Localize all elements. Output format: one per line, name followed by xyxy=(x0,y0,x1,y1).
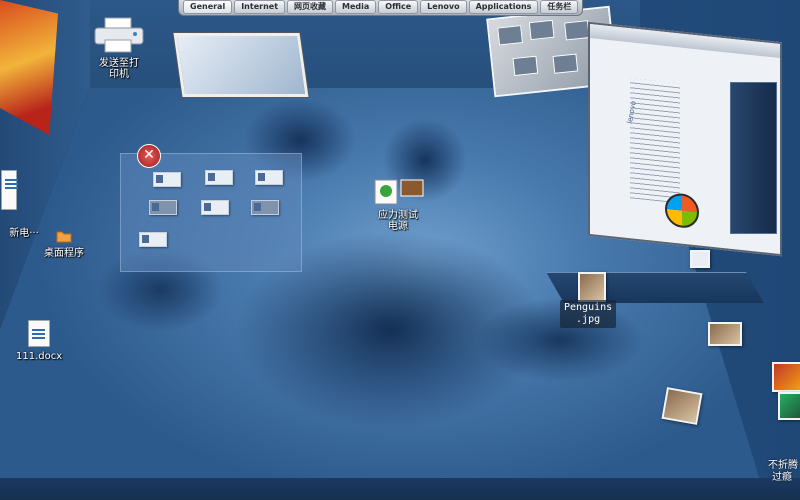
panel-item[interactable] xyxy=(149,200,177,215)
panel-item[interactable] xyxy=(251,200,279,215)
image-thumbnail[interactable] xyxy=(778,392,800,420)
photo-thumb xyxy=(497,25,523,46)
docx-label: 111.docx xyxy=(16,351,63,362)
right-bottom-label-1[interactable]: 不折腾 xyxy=(768,460,798,471)
penguins-name: Penguins xyxy=(564,302,613,313)
panel-item[interactable] xyxy=(205,170,233,185)
printer-shortcut[interactable]: 发送至打印机 xyxy=(85,16,153,80)
browser-content-text xyxy=(630,78,680,204)
panel-item[interactable] xyxy=(201,200,229,215)
power-icon xyxy=(374,179,424,205)
penguins-ext: .jpg xyxy=(576,314,601,325)
image-thumbnail[interactable] xyxy=(661,387,703,425)
panel-item[interactable] xyxy=(255,170,283,185)
penguins-file-label[interactable]: Penguins .jpg xyxy=(560,300,617,328)
stack-panel[interactable] xyxy=(120,153,302,272)
wall-frame[interactable] xyxy=(173,33,309,97)
tab-office[interactable]: Office xyxy=(378,0,419,14)
photo-thumb xyxy=(528,19,555,41)
tab-internet[interactable]: Internet xyxy=(234,0,286,14)
image-thumbnail[interactable] xyxy=(690,250,710,268)
floor-edge xyxy=(0,478,800,500)
close-panel-button[interactable]: ✕ xyxy=(137,144,161,168)
photo-thumb xyxy=(564,20,590,41)
tab-applications[interactable]: Applications xyxy=(468,0,539,14)
word-document-icon xyxy=(28,320,50,347)
windows-logo-icon[interactable] xyxy=(665,191,699,230)
desktop-program-shortcut[interactable]: 桌面程序 xyxy=(38,228,90,259)
photo-thumb xyxy=(512,55,539,77)
photo-thumb xyxy=(552,53,579,74)
image-thumbnail[interactable] xyxy=(772,362,800,392)
right-bottom-label-2[interactable]: 过瘾 xyxy=(772,472,792,483)
printer-label: 发送至打印机 xyxy=(99,58,139,80)
tab-taskbar[interactable]: 任务栏 xyxy=(540,0,579,14)
image-thumbnail[interactable] xyxy=(708,322,742,346)
tab-bar: General Internet 网页收藏 Media Office Lenov… xyxy=(178,0,584,16)
window-stack-strip[interactable] xyxy=(730,82,777,234)
penguins-image-icon[interactable] xyxy=(578,272,606,302)
desktop-program-label: 桌面程序 xyxy=(44,248,84,259)
document-icon xyxy=(1,170,18,210)
tab-media[interactable]: Media xyxy=(335,0,377,14)
power-shortcut[interactable]: 应力测试电源 xyxy=(366,178,430,232)
panel-item[interactable] xyxy=(139,232,167,247)
docx-file[interactable]: 111.docx xyxy=(16,320,62,362)
wall-document[interactable] xyxy=(0,170,18,214)
tab-web-favorites[interactable]: 网页收藏 xyxy=(287,0,334,14)
power-shortcut-label: 应力测试电源 xyxy=(378,210,418,232)
panel-item[interactable] xyxy=(153,172,181,187)
printer-icon xyxy=(94,17,144,53)
folder-icon xyxy=(56,231,72,243)
tab-general[interactable]: General xyxy=(183,0,233,14)
tab-lenovo[interactable]: Lenovo xyxy=(420,0,467,14)
